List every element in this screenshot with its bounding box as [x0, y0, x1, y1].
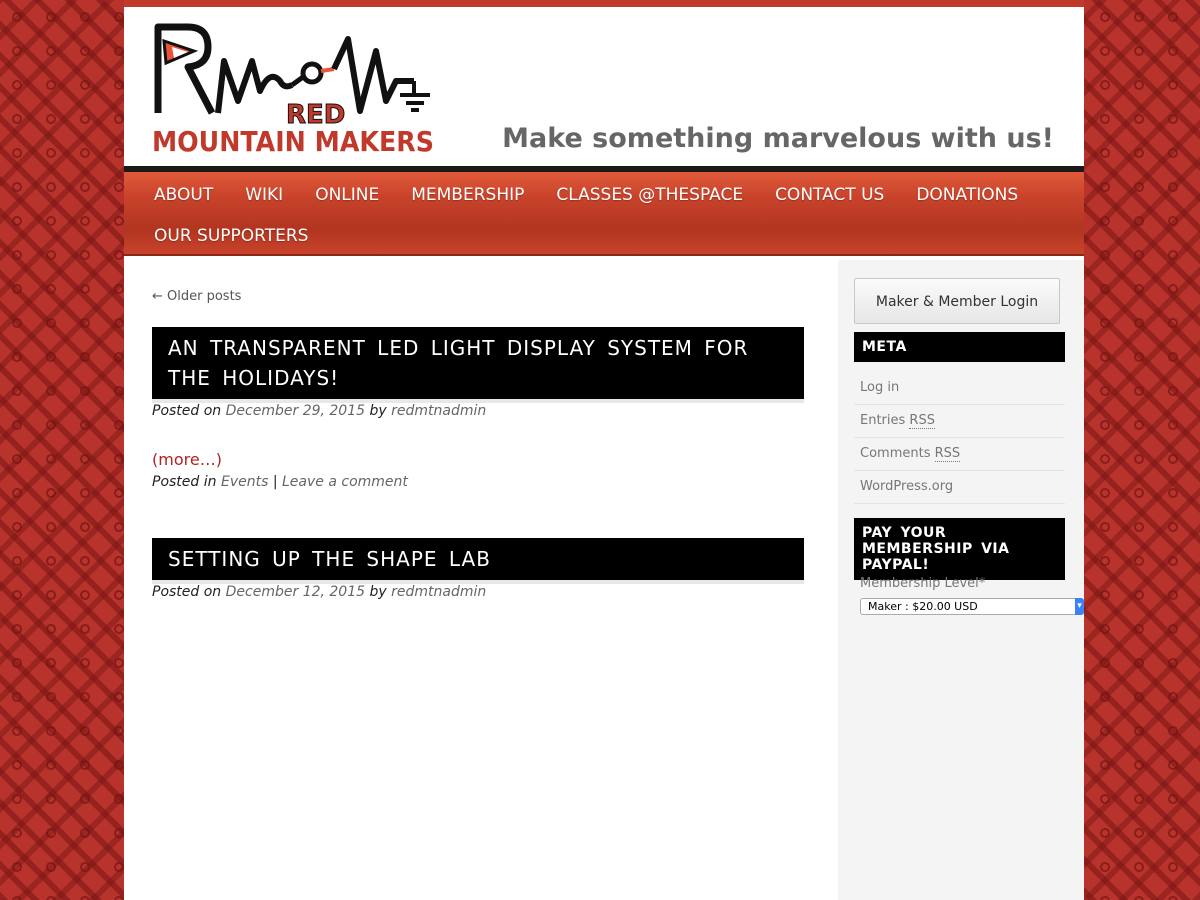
nav-menu: ABOUT WIKI ONLINE MEMBERSHIP CLASSES @TH…: [124, 172, 1084, 256]
entries-rss-label[interactable]: Entries: [860, 413, 905, 428]
chevron-down-icon[interactable]: ▾: [1075, 598, 1084, 615]
nav-item-online[interactable]: ONLINE: [315, 176, 379, 217]
category-link[interactable]: Events: [221, 474, 268, 490]
site-tagline: Make something marvelous with us!: [502, 123, 1054, 154]
nav-item-classes[interactable]: CLASSES @THESPACE: [556, 176, 743, 217]
post-date-link[interactable]: December 12, 2015: [226, 584, 365, 600]
membership-level-label: Membership Level*: [860, 576, 986, 591]
leave-comment-link[interactable]: Leave a comment: [282, 474, 408, 490]
rss-abbr[interactable]: RSS: [909, 413, 935, 429]
by-label: by: [369, 403, 387, 419]
list-item[interactable]: WordPress.org: [854, 471, 1065, 504]
meta-separator: |: [272, 474, 278, 490]
list-item[interactable]: Log in: [854, 372, 1065, 405]
posted-in-label: Posted in: [152, 474, 217, 490]
post-date-link[interactable]: December 29, 2015: [226, 403, 365, 419]
login-link[interactable]: Log in: [860, 380, 899, 395]
main-navigation: ABOUT WIKI ONLINE MEMBERSHIP CLASSES @TH…: [124, 166, 1084, 260]
post-author-link[interactable]: redmtnadmin: [391, 584, 486, 600]
logo-name-text: MOUNTAIN MAKERS: [152, 125, 434, 153]
meta-links-list: Log in Entries RSS Comments RSS WordPres…: [854, 372, 1065, 504]
list-item[interactable]: Entries RSS: [854, 405, 1065, 438]
main-content: ← Older posts AN TRANSPARENT LED LIGHT D…: [124, 260, 838, 900]
nav-item-about[interactable]: ABOUT: [154, 176, 213, 217]
wordpress-link[interactable]: WordPress.org: [860, 479, 953, 494]
nav-item-membership[interactable]: MEMBERSHIP: [411, 176, 524, 217]
site-header: RED MOUNTAIN MAKERS Make something marve…: [124, 7, 1084, 166]
nav-item-our-supporters[interactable]: OUR SUPPORTERS: [154, 217, 308, 258]
nav-item-donations[interactable]: DONATIONS: [916, 176, 1018, 217]
post-title[interactable]: SETTING UP THE SHAPE LAB: [152, 538, 804, 580]
comments-rss-label[interactable]: Comments: [860, 446, 930, 461]
nav-item-wiki[interactable]: WIKI: [245, 176, 283, 217]
membership-level-select[interactable]: Maker : $20.00 USD ▾: [860, 598, 1084, 615]
read-more-link[interactable]: (more…): [152, 450, 222, 469]
page-container: RED MOUNTAIN MAKERS Make something marve…: [124, 0, 1084, 900]
meta-widget-heading: META: [854, 332, 1065, 362]
post-meta: Posted on December 29, 2015 by redmtnadm…: [152, 403, 486, 419]
post-meta: Posted on December 12, 2015 by redmtnadm…: [152, 584, 486, 600]
post-title[interactable]: AN TRANSPARENT LED LIGHT DISPLAY SYSTEM …: [152, 327, 804, 399]
paypal-widget-heading: PAY YOUR MEMBERSHIP VIA PAYPAL!: [854, 518, 1065, 580]
nav-item-contact-us[interactable]: CONTACT US: [775, 176, 884, 217]
top-accent-bar: [124, 0, 1084, 7]
list-item[interactable]: Comments RSS: [854, 438, 1065, 471]
sidebar: Maker & Member Login META Log in Entries…: [838, 260, 1084, 900]
post-footer-meta: Posted in Events | Leave a comment: [152, 474, 408, 490]
red-mountain-makers-logo[interactable]: RED MOUNTAIN MAKERS: [152, 21, 438, 153]
membership-selected-value: Maker : $20.00 USD: [868, 600, 978, 613]
rss-abbr[interactable]: RSS: [934, 446, 961, 462]
older-posts-link[interactable]: ← Older posts: [152, 289, 241, 304]
posted-on-label: Posted on: [152, 584, 222, 600]
member-login-button[interactable]: Maker & Member Login: [854, 278, 1060, 324]
posted-on-label: Posted on: [152, 403, 222, 419]
by-label: by: [369, 584, 387, 600]
post-author-link[interactable]: redmtnadmin: [391, 403, 486, 419]
